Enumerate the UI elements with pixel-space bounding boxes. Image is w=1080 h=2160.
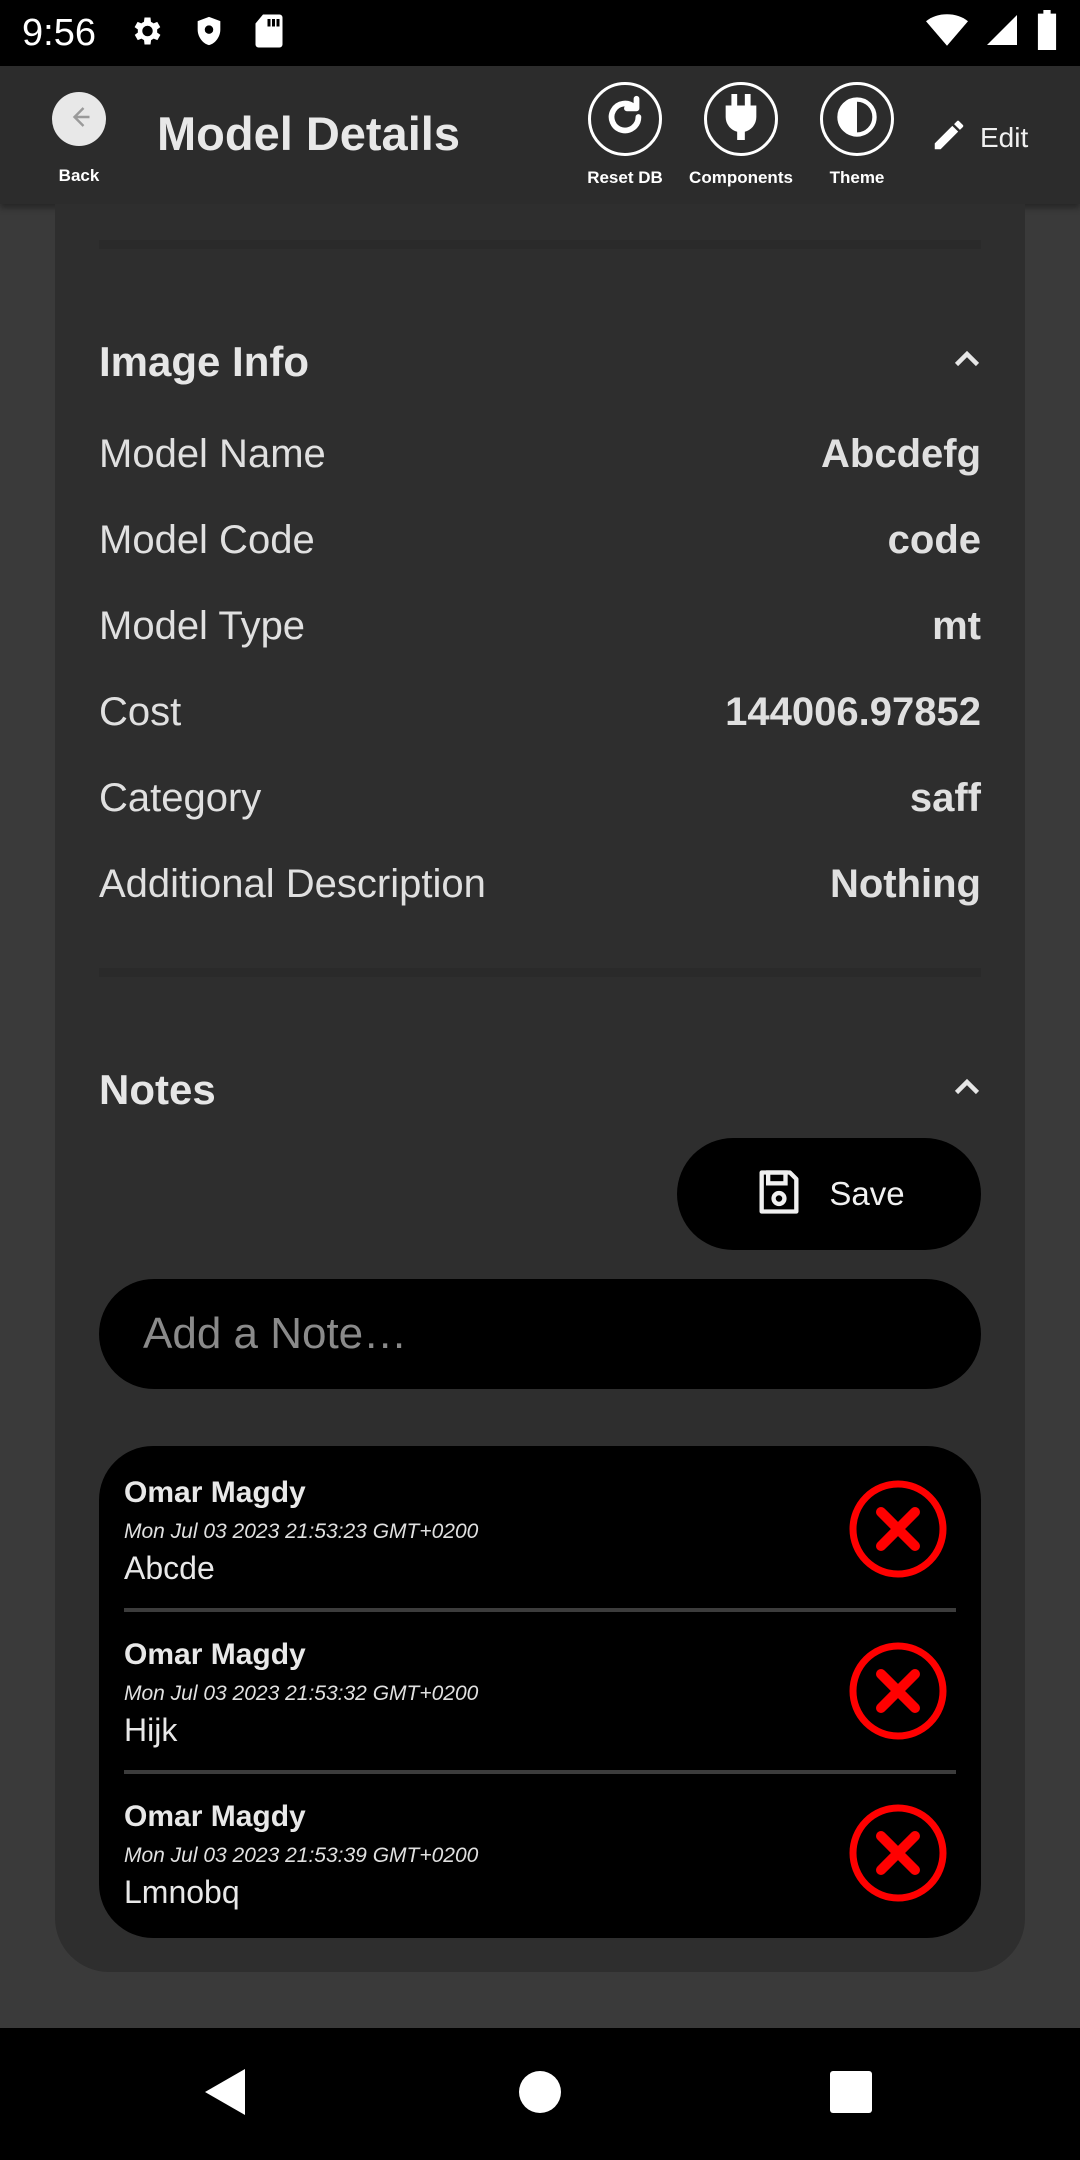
nav-recents-button[interactable] bbox=[823, 2066, 879, 2122]
sd-card-icon bbox=[254, 13, 284, 54]
pencil-icon bbox=[930, 116, 968, 159]
info-row-additional-description: Additional Description Nothing bbox=[99, 854, 981, 914]
info-label: Model Name bbox=[99, 431, 326, 476]
battery-icon bbox=[1036, 10, 1058, 55]
components-button[interactable] bbox=[704, 82, 778, 156]
info-label: Additional Description bbox=[99, 861, 486, 906]
info-row-model-name: Model Name Abcdefg bbox=[99, 424, 981, 484]
settings-icon bbox=[128, 13, 164, 54]
note-text: Abcde bbox=[124, 1550, 215, 1586]
note-author: Omar Magdy bbox=[124, 1476, 306, 1509]
note-date: Mon Jul 03 2023 21:53:32 GMT+0200 bbox=[124, 1682, 479, 1705]
navigation-bar bbox=[0, 2028, 1080, 2160]
info-label: Model Code bbox=[99, 517, 315, 562]
info-value: saff bbox=[909, 775, 981, 820]
note-item: Omar Magdy Mon Jul 03 2023 21:53:32 GMT+… bbox=[124, 1638, 956, 1788]
edit-label: Edit bbox=[980, 121, 1029, 153]
note-item: Omar Magdy Mon Jul 03 2023 21:53:39 GMT+… bbox=[124, 1800, 956, 1938]
shield-icon bbox=[192, 13, 226, 54]
app-header: Back Model Details Reset DB Components T… bbox=[0, 66, 1080, 204]
arrow-left-icon bbox=[61, 99, 97, 140]
wifi-icon bbox=[926, 12, 968, 53]
page-title: Model Details bbox=[157, 107, 460, 160]
info-value: 144006.97852 bbox=[725, 689, 981, 734]
delete-note-icon[interactable] bbox=[848, 1479, 948, 1579]
theme-button[interactable] bbox=[820, 82, 894, 156]
info-value: Abcdefg bbox=[821, 431, 981, 476]
info-value: mt bbox=[932, 603, 981, 648]
note-date: Mon Jul 03 2023 21:53:23 GMT+0200 bbox=[124, 1520, 479, 1543]
note-separator bbox=[124, 1770, 956, 1774]
refresh-icon bbox=[602, 94, 648, 145]
circle-home-icon bbox=[518, 2070, 562, 2119]
notes-title: Notes bbox=[99, 1066, 216, 1113]
note-input[interactable]: Add a Note… bbox=[99, 1279, 981, 1389]
note-text: Lmnobq bbox=[124, 1874, 240, 1910]
info-label: Cost bbox=[99, 689, 182, 734]
theme-label: Theme bbox=[829, 168, 885, 187]
back-label: Back bbox=[58, 166, 100, 185]
notes-list: Omar Magdy Mon Jul 03 2023 21:53:23 GMT+… bbox=[99, 1446, 981, 1938]
note-author: Omar Magdy bbox=[124, 1638, 306, 1671]
info-label: Category bbox=[99, 775, 262, 820]
info-row-model-type: Model Type mt bbox=[99, 596, 981, 656]
info-value: Nothing bbox=[829, 861, 981, 906]
status-bar: 9:56 bbox=[0, 0, 1080, 66]
info-row-category: Category saff bbox=[99, 768, 981, 828]
delete-note-icon[interactable] bbox=[848, 1641, 948, 1741]
section-divider bbox=[99, 968, 981, 977]
section-divider bbox=[99, 240, 981, 249]
info-value: code bbox=[887, 517, 981, 562]
chevron-up-icon[interactable] bbox=[949, 1070, 985, 1106]
note-separator bbox=[124, 1608, 956, 1612]
square-recents-icon bbox=[829, 2070, 873, 2119]
nav-back-button[interactable] bbox=[196, 2066, 252, 2122]
status-time: 9:56 bbox=[22, 11, 96, 54]
chevron-up-icon[interactable] bbox=[949, 342, 985, 378]
details-card: Image Info Model Name Abcdefg Model Code… bbox=[55, 204, 1025, 1972]
note-item: Omar Magdy Mon Jul 03 2023 21:53:23 GMT+… bbox=[124, 1476, 956, 1626]
image-info-title: Image Info bbox=[99, 338, 310, 385]
save-button[interactable]: Save bbox=[677, 1138, 981, 1250]
plug-icon bbox=[721, 93, 761, 145]
nav-home-button[interactable] bbox=[512, 2066, 568, 2122]
info-row-model-code: Model Code code bbox=[99, 510, 981, 570]
save-label: Save bbox=[829, 1175, 905, 1212]
save-icon bbox=[753, 1166, 805, 1223]
note-text: Hijk bbox=[124, 1712, 178, 1748]
contrast-icon bbox=[836, 96, 878, 143]
reset-db-button[interactable] bbox=[588, 82, 662, 156]
info-row-cost: Cost 144006.97852 bbox=[99, 682, 981, 742]
triangle-back-icon bbox=[201, 2067, 247, 2122]
delete-note-icon[interactable] bbox=[848, 1803, 948, 1903]
note-date: Mon Jul 03 2023 21:53:39 GMT+0200 bbox=[124, 1844, 479, 1867]
signal-icon bbox=[984, 12, 1020, 53]
info-label: Model Type bbox=[99, 603, 306, 648]
back-button[interactable] bbox=[52, 92, 106, 146]
note-author: Omar Magdy bbox=[124, 1800, 306, 1833]
edit-button[interactable]: Edit bbox=[930, 116, 1028, 159]
